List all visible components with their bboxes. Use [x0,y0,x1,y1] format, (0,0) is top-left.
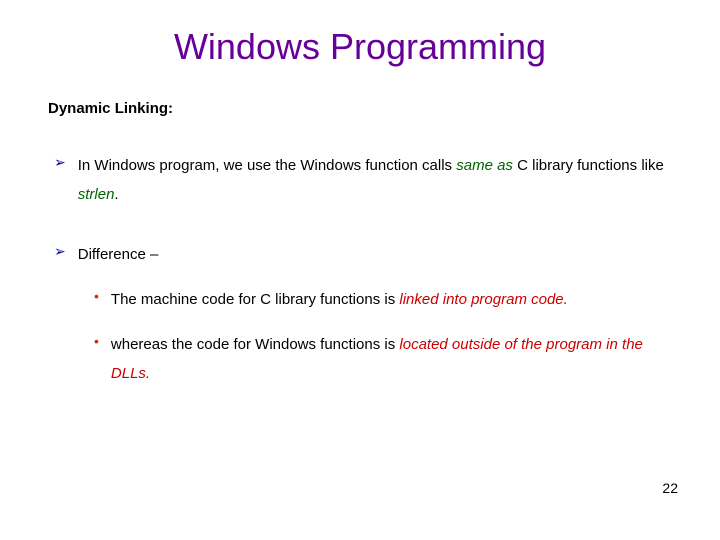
emphasis: linked into program code. [399,291,567,308]
text-fragment: whereas the code for Windows functions i… [111,336,399,353]
bullet-icon: • [94,330,99,354]
emphasis: same as [456,157,513,174]
text-fragment: In Windows program, we use the Windows f… [78,157,457,174]
text-fragment: C library functions like [513,157,664,174]
text-fragment: The machine code for C library functions… [111,291,399,308]
inner-list: • The machine code for C library functio… [54,285,672,389]
list-item: • whereas the code for Windows functions… [94,330,672,389]
text-fragment: . [114,186,118,203]
arrow-icon: ➢ [54,151,66,175]
slide: Windows Programming Dynamic Linking: ➢ I… [0,0,720,540]
bullet-icon: • [94,285,99,309]
list-item: • The machine code for C library functio… [94,285,672,314]
outer-list: ➢ In Windows program, we use the Windows… [48,151,672,389]
list-item: ➢ Difference – • The machine code for C … [54,240,672,389]
item-text: The machine code for C library functions… [111,285,568,314]
page-number: 22 [662,480,678,496]
subheading: Dynamic Linking: [48,100,672,117]
item-text: In Windows program, we use the Windows f… [78,151,672,210]
slide-title: Windows Programming [48,26,672,68]
arrow-icon: ➢ [54,240,66,264]
item-text: whereas the code for Windows functions i… [111,330,672,389]
item-text: Difference – [78,240,159,269]
list-item: ➢ In Windows program, we use the Windows… [54,151,672,210]
emphasis: strlen [78,186,115,203]
